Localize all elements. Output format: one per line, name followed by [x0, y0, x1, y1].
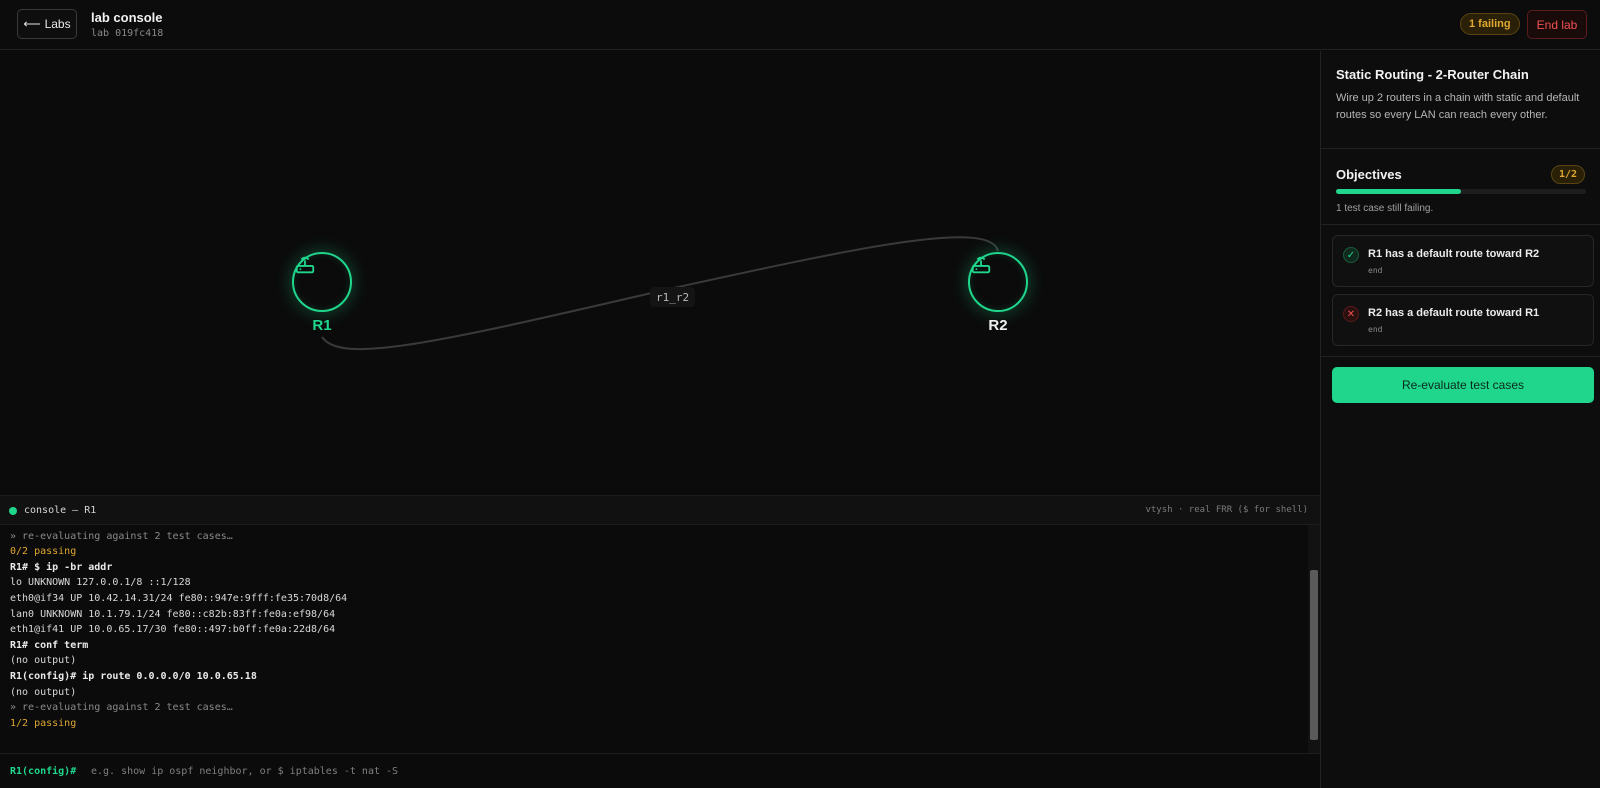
back-to-labs-button[interactable]: ⟵ Labs [17, 9, 77, 39]
router-icon [295, 256, 315, 274]
objectives-status: 1 test case still failing. [1336, 203, 1434, 214]
test-case-sub: end [1368, 325, 1383, 334]
test-case-card[interactable]: ✕ R2 has a default route toward R1 end [1332, 294, 1594, 346]
console-line: » re-evaluating against 2 test cases… [10, 702, 233, 714]
test-case-card[interactable]: ✓ R1 has a default route toward R2 end [1332, 235, 1594, 287]
check-icon: ✓ [1343, 247, 1359, 263]
progress-bar [1336, 189, 1586, 194]
console-line: lo UNKNOWN 127.0.0.1/8 ::1/128 [10, 577, 191, 589]
link-label-r1-r2[interactable]: r1_r2 [650, 287, 696, 307]
console-line: R1(config)# ip route 0.0.0.0/0 10.0.65.1… [10, 671, 257, 682]
test-case-name: R2 has a default route toward R1 [1368, 307, 1540, 319]
progress-bar-fill [1336, 189, 1461, 194]
console-line: R1 console ready. [10, 525, 112, 526]
console-output: R1 console ready. » re-evaluating against… [0, 525, 1310, 753]
console-line: 0/2 passing [10, 546, 77, 558]
command-bar: R1(config)# [0, 753, 1320, 788]
lab-title: Static Routing - 2-Router Chain [1336, 67, 1529, 82]
divider [1321, 356, 1600, 357]
node-label-r1: R1 [312, 317, 332, 334]
lab-description: Wire up 2 routers in a chain with static… [1336, 92, 1580, 121]
page-title: lab console [91, 10, 163, 25]
console-prompt: R1(config)# [10, 766, 77, 777]
console-line: 1/2 passing [10, 717, 77, 729]
objectives-title: Objectives [1336, 167, 1402, 182]
arrow-left-icon: ⟵ [23, 17, 41, 31]
console-scrollbar-thumb[interactable] [1310, 570, 1318, 740]
end-lab-button[interactable]: End lab [1527, 10, 1587, 39]
router-node-r1[interactable] [292, 252, 352, 312]
console-mode: vtysh · real FRR ($ for shell) [1145, 505, 1308, 515]
console-title: console — R1 [24, 505, 97, 516]
console-line: » re-evaluating against 2 test cases… [10, 530, 233, 542]
cross-icon: ✕ [1343, 306, 1359, 322]
progress-badge: 1/2 [1550, 165, 1585, 184]
top-bar: ⟵ Labs lab console lab 019fc418 1 failin… [0, 0, 1600, 50]
divider [1321, 148, 1600, 149]
reevaluate-button[interactable]: Re-evaluate test cases [1332, 367, 1594, 403]
link-layer [321, 236, 999, 351]
back-label: Labs [44, 17, 71, 31]
failing-badge: 1 failing [1460, 13, 1520, 35]
console-line: eth1@if41 UP 10.0.65.17/30 fe80::497:b0f… [10, 624, 336, 636]
command-input[interactable] [91, 760, 1291, 782]
router-node-r2[interactable] [968, 252, 1028, 312]
console-header: console — R1 vtysh · real FRR ($ for she… [0, 495, 1320, 525]
test-case-name: R1 has a default route toward R2 [1368, 248, 1540, 260]
router-icon [971, 256, 991, 274]
title-block: lab console lab 019fc418 [91, 10, 163, 39]
lab-panel: Static Routing - 2-Router Chain Wire up … [1320, 51, 1600, 788]
status-dot-icon [9, 507, 17, 515]
console-line: lan0 UNKNOWN 10.1.79.1/24 fe80::c82b:83f… [10, 608, 336, 620]
node-label-r2: R2 [988, 317, 1008, 334]
console-line: (no output) [10, 686, 77, 698]
console-line: R1# conf term [10, 639, 89, 651]
divider [1321, 224, 1600, 225]
console-line: eth0@if34 UP 10.42.14.31/24 fe80::947e:9… [10, 593, 348, 604]
test-case-sub: end [1368, 266, 1383, 275]
lab-id: lab 019fc418 [91, 28, 164, 39]
topology-canvas[interactable]: R1 R2 r1_r2 [0, 51, 1320, 495]
console-line: R1# $ ip -br addr [10, 561, 113, 573]
console-line: (no output) [10, 655, 77, 667]
